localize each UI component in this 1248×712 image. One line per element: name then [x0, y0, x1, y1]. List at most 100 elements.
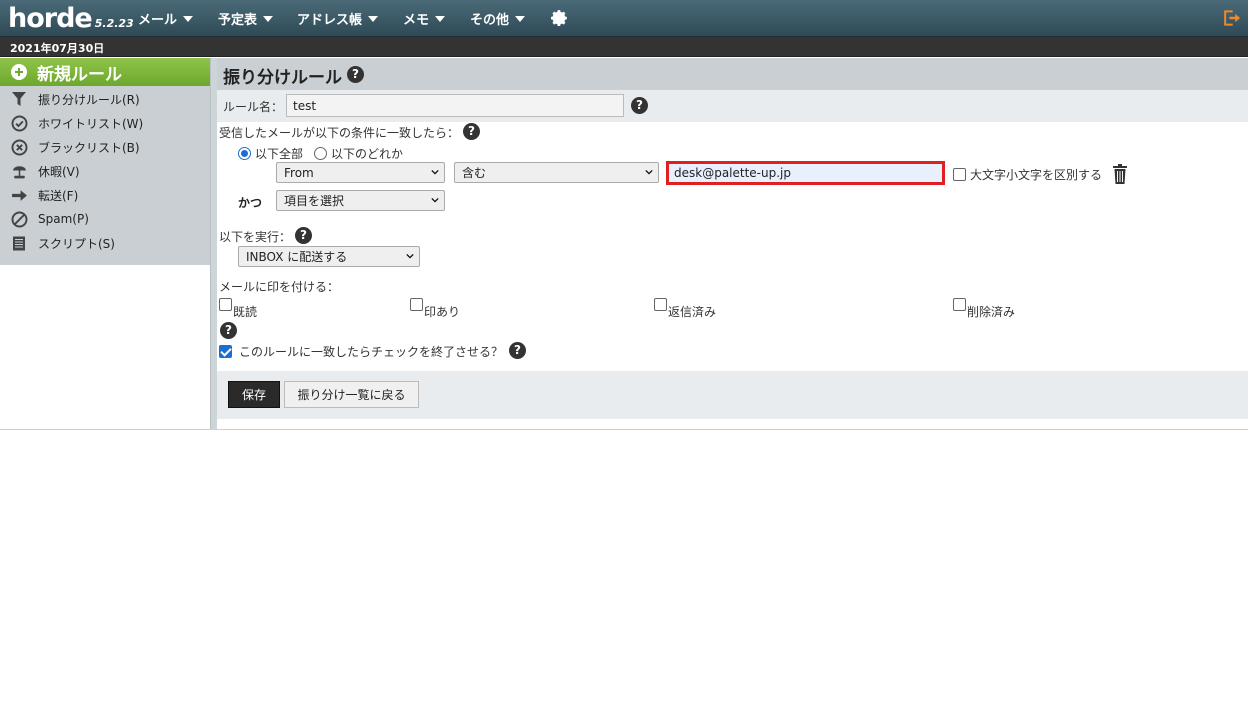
action-select[interactable]: INBOX に配送する	[238, 246, 420, 267]
flag-label-seen: 既読	[233, 305, 258, 319]
case-sensitive-label: 大文字小文字を区別する	[970, 168, 1103, 182]
flag-checkbox-flagged[interactable]: 印あり	[410, 298, 460, 320]
select-value: From	[284, 165, 314, 180]
help-icon[interactable]: ?	[220, 322, 237, 339]
nav-menu-addressbook[interactable]: アドレス帳	[297, 9, 379, 28]
page-title: 振り分けルール	[223, 68, 342, 88]
help-icon[interactable]: ?	[631, 97, 648, 114]
checkbox-box	[410, 298, 423, 311]
sidebar-item-filter-rules[interactable]: 振り分けルール(R)	[0, 87, 210, 111]
caret-down-icon	[435, 15, 446, 22]
date-bar: 2021年07月30日	[0, 37, 1248, 57]
caret-down-icon	[183, 15, 194, 22]
chevron-down-icon	[406, 253, 414, 259]
flag-checkbox-seen[interactable]: 既読	[219, 298, 257, 320]
gear-icon[interactable]	[549, 8, 569, 28]
nav-label: メモ	[403, 13, 430, 28]
sidebar-item-whitelist[interactable]: ホワイトリスト(W)	[0, 111, 210, 135]
plus-circle-icon	[11, 64, 27, 80]
x-circle-icon	[10, 138, 28, 156]
rule-name-label: ルール名：	[223, 100, 284, 114]
stop-checking-checkbox[interactable]: このルールに一致したらチェックを終了させる？	[219, 343, 503, 360]
nav-label: その他	[470, 13, 510, 28]
match-any-label: 以下のどれか	[331, 147, 404, 161]
select-value: 含む	[462, 166, 487, 180]
select-value: 項目を選択	[284, 194, 345, 208]
filter-icon	[10, 90, 28, 108]
help-icon[interactable]: ?	[347, 66, 364, 83]
current-date: 2021年07月30日	[10, 42, 105, 55]
spam-icon	[10, 210, 28, 228]
sidebar-item-script[interactable]: スクリプト(S)	[0, 231, 210, 255]
sidebar-item-blacklist[interactable]: ブラックリスト(B)	[0, 135, 210, 159]
help-icon[interactable]: ?	[509, 342, 526, 359]
vacation-icon	[10, 162, 28, 180]
nav-menu-notes[interactable]: メモ	[403, 9, 446, 28]
sidebar-item-label: ブラックリスト(B)	[38, 140, 140, 155]
sidebar-item-forward[interactable]: 転送(F)	[0, 183, 210, 207]
sidebar-item-label: スクリプト(S)	[38, 236, 115, 251]
flag-label-answered: 返信済み	[668, 305, 717, 319]
top-navigation-bar: horde 5.2.23 メール 予定表 アドレス帳 メモ その他	[0, 0, 1248, 37]
condition-value-input[interactable]	[666, 161, 945, 185]
sidebar-item-label: 振り分けルール(R)	[38, 92, 140, 107]
nav-label: メール	[138, 13, 178, 28]
and-label: かつ	[238, 196, 263, 210]
nav-menu-calendar[interactable]: 予定表	[218, 9, 274, 28]
checkbox-checked	[219, 345, 232, 358]
nav-menu-mail[interactable]: メール	[138, 9, 194, 28]
help-icon[interactable]: ?	[295, 227, 312, 244]
logo-version: 5.2.23	[94, 17, 134, 30]
chevron-down-icon	[431, 169, 439, 175]
checkbox-box	[219, 298, 232, 311]
checkbox-box	[953, 298, 966, 311]
help-icon[interactable]: ?	[463, 123, 480, 140]
sidebar-item-spam[interactable]: Spam(P)	[0, 207, 210, 231]
action-label: 以下を実行：	[219, 230, 292, 244]
sidebar-item-label: Spam(P)	[38, 212, 89, 226]
back-to-list-button[interactable]: 振り分け一覧に戻る	[284, 381, 419, 408]
match-any-radio[interactable]: 以下のどれか	[314, 145, 403, 162]
logout-icon[interactable]	[1221, 8, 1241, 28]
radio-selected-indicator	[238, 147, 251, 160]
condition-operator-select[interactable]: 含む	[454, 162, 659, 183]
forward-arrow-icon	[10, 186, 28, 204]
flag-checkbox-answered[interactable]: 返信済み	[654, 298, 716, 320]
new-rule-button[interactable]: 新規ルール	[0, 58, 210, 86]
chevron-down-icon	[431, 197, 439, 203]
flag-label: メールに印を付ける：	[219, 280, 340, 294]
check-circle-icon	[10, 114, 28, 132]
nav-menu-others[interactable]: その他	[470, 9, 526, 28]
flag-label-deleted: 削除済み	[967, 305, 1016, 319]
checkbox-box	[953, 168, 966, 181]
caret-down-icon	[368, 15, 379, 22]
divider	[0, 429, 1248, 430]
sidebar-item-label: 休暇(V)	[38, 164, 80, 179]
chevron-down-icon	[645, 169, 653, 175]
save-button[interactable]: 保存	[228, 381, 280, 408]
sidebar-item-label: ホワイトリスト(W)	[38, 116, 144, 131]
caret-down-icon	[263, 15, 274, 22]
flag-label-flagged: 印あり	[424, 305, 461, 319]
match-all-label: 以下全部	[255, 147, 304, 161]
case-sensitive-checkbox[interactable]: 大文字小文字を区別する	[953, 166, 1102, 183]
nav-label: 予定表	[218, 13, 258, 28]
radio-indicator	[314, 147, 327, 160]
trash-icon[interactable]	[1112, 164, 1128, 184]
sidebar-item-label: 転送(F)	[38, 188, 79, 203]
new-rule-label: 新規ルール	[37, 64, 122, 85]
sidebar-divider	[210, 58, 217, 430]
condition-field-select[interactable]: From	[276, 162, 445, 183]
select-value: INBOX に配送する	[246, 250, 348, 264]
sidebar-item-vacation[interactable]: 休暇(V)	[0, 159, 210, 183]
match-all-radio[interactable]: 以下全部	[238, 145, 303, 162]
next-field-select[interactable]: 項目を選択	[276, 190, 445, 211]
logo-text: horde	[8, 3, 93, 34]
flag-checkbox-deleted[interactable]: 削除済み	[953, 298, 1015, 320]
horde-logo[interactable]: horde 5.2.23	[8, 1, 134, 35]
script-icon	[10, 234, 28, 252]
caret-down-icon	[515, 15, 526, 22]
nav-label: アドレス帳	[297, 13, 363, 28]
rule-name-input[interactable]	[286, 94, 624, 117]
stop-checking-label: このルールに一致したらチェックを終了させる？	[239, 345, 504, 359]
